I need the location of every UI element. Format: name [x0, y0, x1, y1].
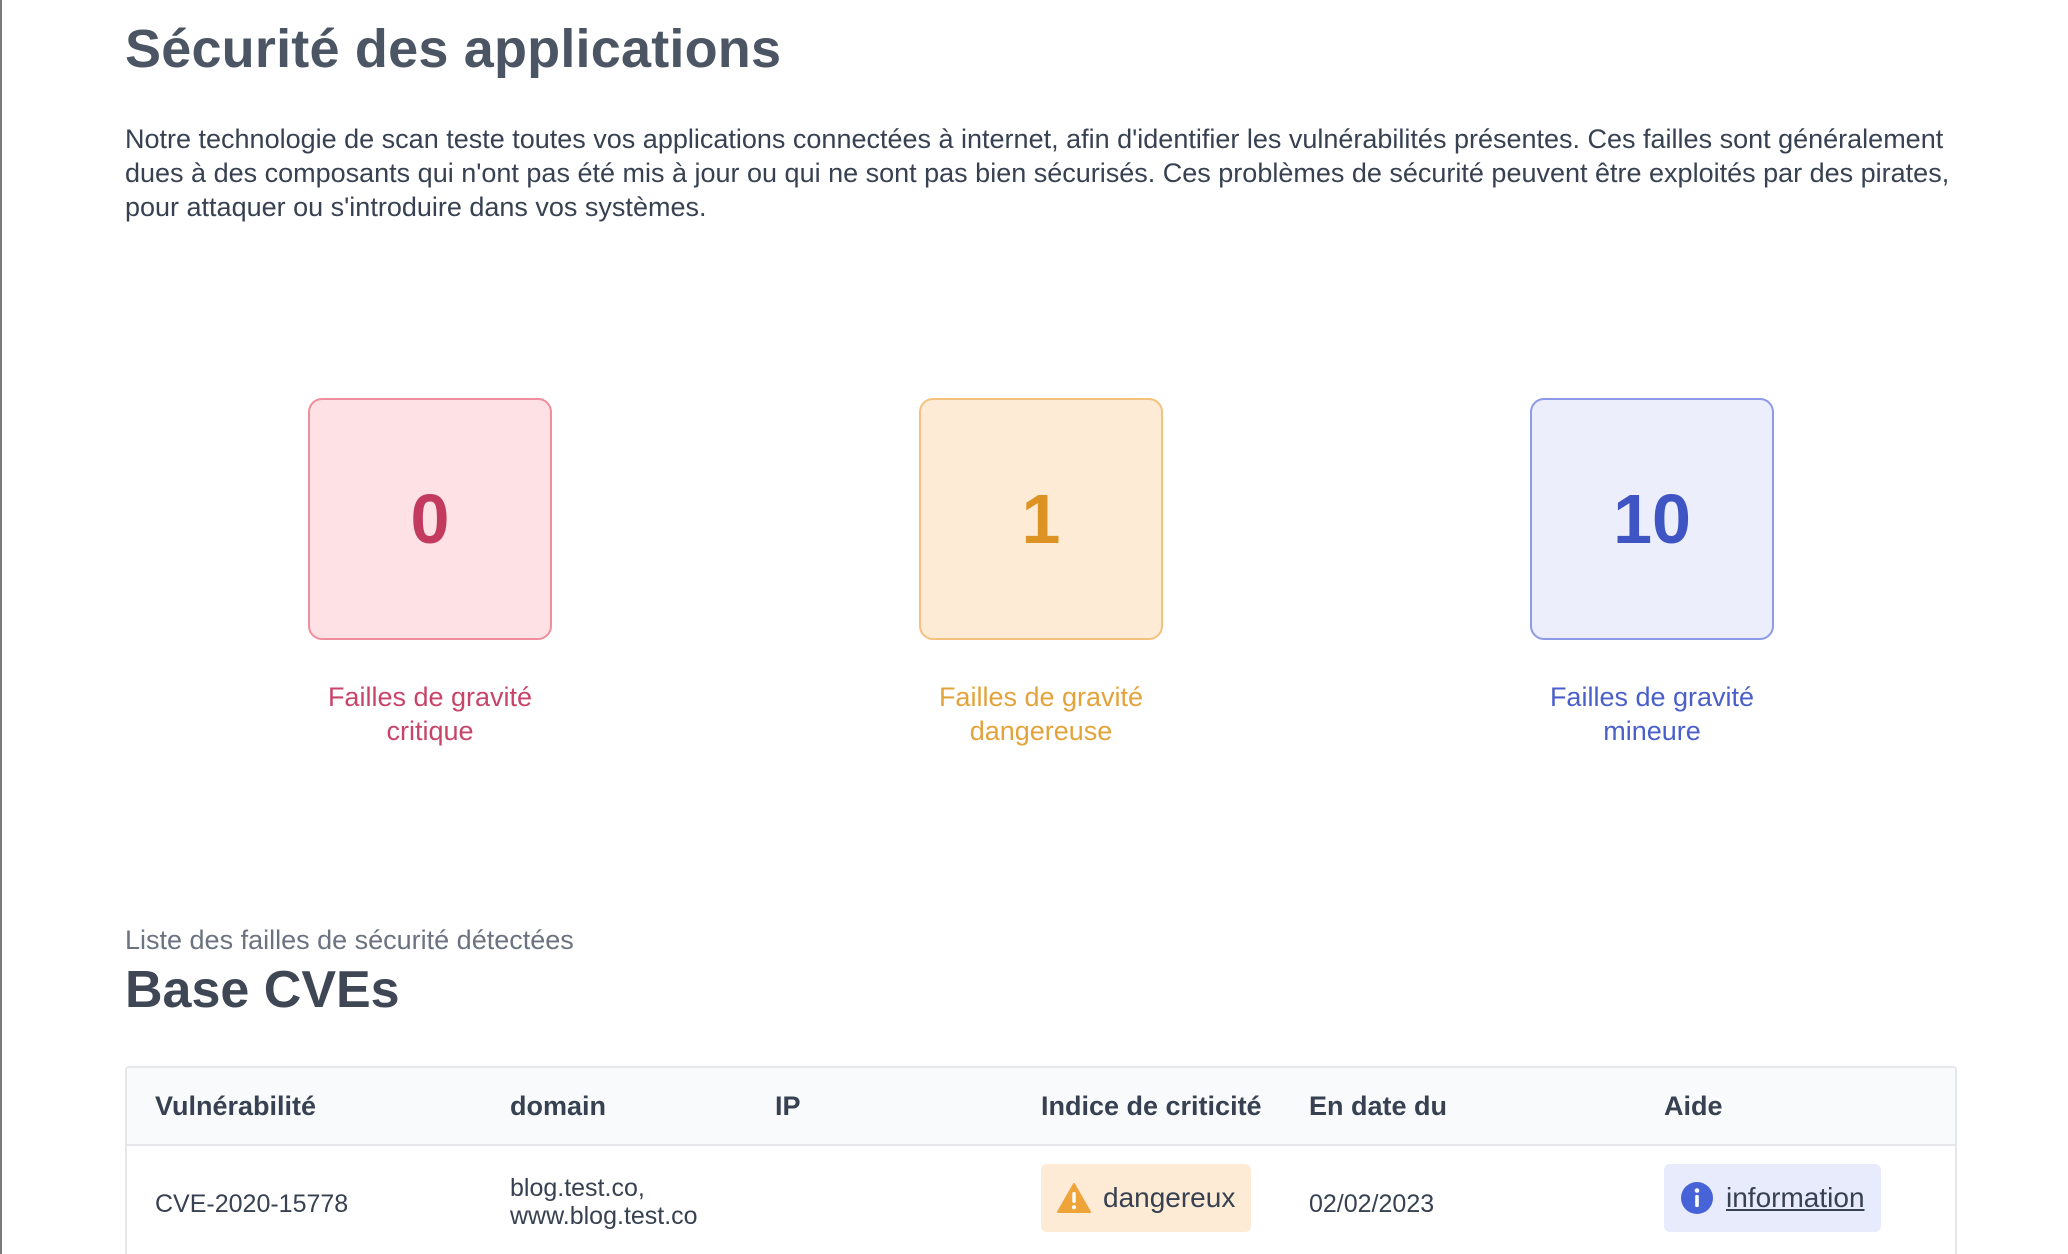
header-vulnerability: Vulnérabilité	[155, 1091, 317, 1121]
cell-domain: blog.test.co, www.blog.test.co	[510, 1174, 698, 1230]
info-icon	[1680, 1181, 1714, 1215]
stat-dangerous: 1 Failles de gravité dangereuse	[881, 398, 1201, 748]
header-domain: domain	[510, 1091, 607, 1121]
cell-cve-id: CVE-2020-15778	[155, 1190, 349, 1218]
stat-minor-label-line1: Failles de gravité	[1549, 682, 1755, 712]
list-title: Base CVEs	[125, 961, 400, 1019]
page-title: Sécurité des applications	[125, 19, 782, 79]
stat-minor-label: Failles de gravité mineure	[1492, 680, 1812, 748]
stat-minor-count: 10	[1530, 398, 1774, 640]
cell-domain-line1: blog.test.co,	[510, 1174, 645, 1202]
table-header: Vulnérabilité domain IP Indice de critic…	[127, 1068, 1955, 1146]
criticality-badge-label: dangereux	[1103, 1182, 1236, 1213]
stat-critical-label-line1: Failles de gravité	[327, 682, 533, 712]
page: Sécurité des applications Notre technolo…	[0, 0, 2068, 1254]
stat-critical-label: Failles de gravité critique	[270, 680, 590, 748]
stat-dangerous-label-line1: Failles de gravité	[938, 682, 1144, 712]
information-link[interactable]: information	[1664, 1164, 1881, 1232]
table-row: CVE-2020-15778 blog.test.co, www.blog.te…	[127, 1146, 1955, 1254]
cell-date: 02/02/2023	[1309, 1190, 1435, 1218]
stat-dangerous-label: Failles de gravité dangereuse	[881, 680, 1201, 748]
header-help: Aide	[1664, 1091, 1723, 1121]
stat-dangerous-count: 1	[919, 398, 1163, 640]
header-criticality: Indice de criticité	[1041, 1091, 1262, 1121]
stat-dangerous-label-line2: dangereuse	[969, 716, 1113, 746]
list-subtitle: Liste des failles de sécurité détectées	[125, 925, 574, 955]
severity-stats: 0 Failles de gravité critique 1 Failles …	[125, 398, 1957, 758]
warning-icon	[1057, 1183, 1091, 1213]
stat-minor-label-line2: mineure	[1603, 716, 1701, 746]
header-ip: IP	[775, 1091, 801, 1121]
criticality-badge: dangereux	[1041, 1164, 1252, 1232]
header-date: En date du	[1309, 1091, 1448, 1121]
stat-critical-label-line2: critique	[386, 716, 474, 746]
stat-critical-count: 0	[308, 398, 552, 640]
cell-domain-line2: www.blog.test.co	[510, 1202, 698, 1230]
intro-text: Notre technologie de scan teste toutes v…	[125, 124, 1950, 222]
stat-minor: 10 Failles de gravité mineure	[1492, 398, 1812, 748]
information-link-label[interactable]: information	[1726, 1182, 1865, 1214]
cve-table: Vulnérabilité domain IP Indice de critic…	[125, 1066, 1957, 1254]
stat-critical: 0 Failles de gravité critique	[270, 398, 590, 748]
